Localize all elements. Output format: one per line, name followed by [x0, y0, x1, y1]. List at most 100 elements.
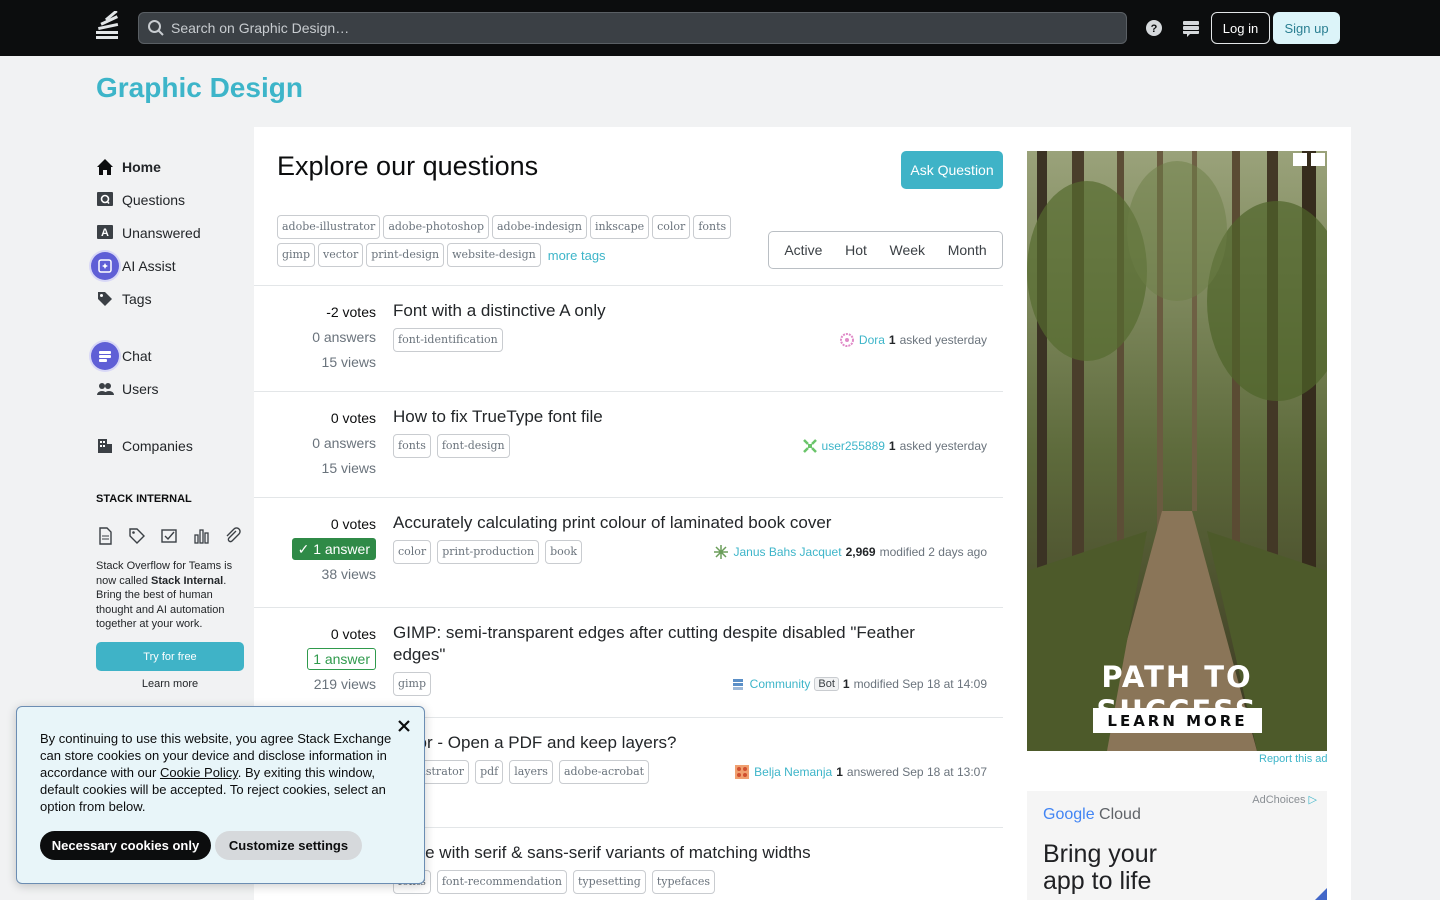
signup-button[interactable]: Sign up — [1273, 12, 1340, 44]
tag-link[interactable]: color — [393, 540, 432, 564]
google-cloud-ad[interactable]: AdChoices ▷ Google Cloud Bring your app t… — [1027, 791, 1327, 900]
question-meta: Dora 1 asked yesterday — [839, 332, 987, 348]
close-icon[interactable] — [395, 717, 413, 735]
companies-icon — [98, 439, 112, 453]
user-avatar-icon[interactable] — [734, 764, 750, 780]
filter-week[interactable]: Week — [890, 242, 926, 258]
nav-label: Home — [122, 158, 161, 175]
vote-count: -2 votes — [326, 304, 376, 320]
community-avatar-icon[interactable] — [730, 676, 746, 692]
question-title-link[interactable]: trator - Open a PDF and keep layers? — [393, 732, 933, 754]
try-for-free-button[interactable]: Try for free — [96, 642, 244, 671]
nav-item-tags[interactable]: Tags — [90, 282, 254, 315]
question-tags: fonts font-design — [393, 434, 510, 458]
question-stats: 0 votes 1 answer 219 views — [266, 622, 376, 697]
tag-link[interactable]: color — [652, 215, 691, 239]
tag-link[interactable]: adobe-photoshop — [383, 215, 489, 239]
user-link[interactable]: user255889 — [822, 439, 885, 453]
tag-link[interactable]: adobe-acrobat — [558, 760, 650, 784]
bar-chart-icon — [194, 529, 209, 544]
tag-link[interactable]: website-design — [447, 243, 541, 267]
tag-link[interactable]: vector — [318, 243, 364, 267]
user-reputation: 1 — [836, 765, 843, 779]
tag-link[interactable]: font-identification — [393, 328, 503, 352]
tag-link[interactable]: adobe-illustrator — [277, 215, 381, 239]
nav-item-ai-assist[interactable]: AI Assist — [90, 249, 254, 282]
user-avatar-icon[interactable] — [802, 438, 818, 454]
nav-item-users[interactable]: Users — [90, 372, 254, 405]
stack-exchange-logo-icon[interactable] — [94, 11, 122, 43]
filter-month[interactable]: Month — [948, 242, 987, 258]
nav-item-home[interactable]: Home — [90, 150, 254, 183]
user-avatar-icon[interactable] — [839, 332, 855, 348]
question-activity[interactable]: modified Sep 18 at 14:09 — [854, 677, 987, 691]
tag-link[interactable]: print-production — [437, 540, 540, 564]
nav-label: Questions — [122, 191, 186, 208]
search-input[interactable] — [171, 20, 1071, 36]
report-ad-link[interactable]: Report this ad — [1259, 753, 1327, 765]
tag-link[interactable]: fonts — [693, 215, 732, 239]
question-activity[interactable]: modified 2 days ago — [880, 545, 987, 559]
filter-active[interactable]: Active — [784, 242, 822, 258]
user-reputation: 1 — [842, 677, 850, 691]
checklist-icon — [161, 529, 177, 543]
vote-count: 0 votes — [330, 626, 376, 642]
question-title-link[interactable]: eface with serif & sans-serif variants o… — [393, 842, 933, 864]
help-icon[interactable]: ? — [1143, 17, 1165, 39]
tag-link[interactable]: pdf — [475, 760, 504, 784]
tag-link[interactable]: typesetting — [573, 870, 646, 894]
more-tags-link[interactable]: more tags — [548, 248, 606, 263]
tag-link[interactable]: font-recommendation — [436, 870, 568, 894]
user-reputation: 2,969 — [845, 545, 876, 559]
tag-link[interactable]: gimp — [277, 243, 316, 267]
learn-more-link[interactable]: Learn more — [96, 678, 244, 690]
user-link[interactable]: Janus Bahs Jacquet — [733, 545, 841, 559]
ad-learn-more-button[interactable]: LEARN MORE — [1093, 708, 1262, 733]
users-icon — [97, 383, 114, 395]
tag-link[interactable]: fonts — [393, 434, 431, 458]
question-stats: 0 votes 0 answers 15 views — [266, 406, 376, 481]
question-title-link[interactable]: GIMP: semi-transparent edges after cutti… — [393, 622, 933, 666]
nav-label: Users — [122, 380, 159, 397]
document-icon — [99, 527, 112, 545]
tag-link[interactable]: print-design — [366, 243, 445, 267]
nav-item-unanswered[interactable]: A Unanswered — [90, 216, 254, 249]
tag-link[interactable]: typefaces — [651, 870, 715, 894]
nav-item-chat[interactable]: Chat — [90, 339, 254, 372]
user-link[interactable]: Belja Nemanja — [754, 765, 832, 779]
tag-link[interactable]: font-design — [436, 434, 510, 458]
tag-link[interactable]: layers — [509, 760, 553, 784]
question-activity[interactable]: answered Sep 18 at 13:07 — [847, 765, 987, 779]
nav-item-questions[interactable]: Questions — [90, 183, 254, 216]
site-title[interactable]: Graphic Design — [96, 72, 303, 104]
user-link[interactable]: Community — [750, 677, 811, 691]
tag-link[interactable]: inkscape — [589, 215, 650, 239]
question-title-link[interactable]: Accurately calculating print colour of l… — [393, 512, 933, 534]
tag-link[interactable]: adobe-indesign — [492, 215, 587, 239]
filter-hot[interactable]: Hot — [845, 242, 867, 258]
necessary-cookies-button[interactable]: Necessary cookies only — [40, 831, 211, 860]
home-icon — [97, 159, 113, 175]
question-title-link[interactable]: Font with a distinctive A only — [393, 300, 933, 322]
answer-count: 0 answers — [312, 329, 376, 345]
user-reputation: 1 — [888, 333, 896, 347]
user-link[interactable]: Dora — [859, 333, 885, 347]
tag-link[interactable]: gimp — [393, 672, 432, 696]
question-activity[interactable]: asked yesterday — [900, 333, 987, 347]
question-activity[interactable]: asked yesterday — [900, 439, 987, 453]
cookie-policy-link[interactable]: Cookie Policy — [160, 765, 238, 780]
view-count: 15 views — [321, 460, 376, 476]
search-bar[interactable] — [138, 12, 1127, 44]
nav-item-companies[interactable]: Companies — [90, 429, 254, 462]
user-avatar-icon[interactable] — [713, 544, 729, 560]
ask-question-button[interactable]: Ask Question — [901, 151, 1003, 189]
adchoices-link[interactable]: AdChoices ▷ — [1252, 793, 1317, 806]
question-title-link[interactable]: How to fix TrueType font file — [393, 406, 933, 428]
unanswered-icon: A — [97, 225, 113, 239]
tag-link[interactable]: book — [545, 540, 583, 564]
site-switcher-icon[interactable] — [1180, 17, 1202, 39]
customize-settings-button[interactable]: Customize settings — [215, 831, 362, 860]
login-button[interactable]: Log in — [1211, 12, 1270, 44]
